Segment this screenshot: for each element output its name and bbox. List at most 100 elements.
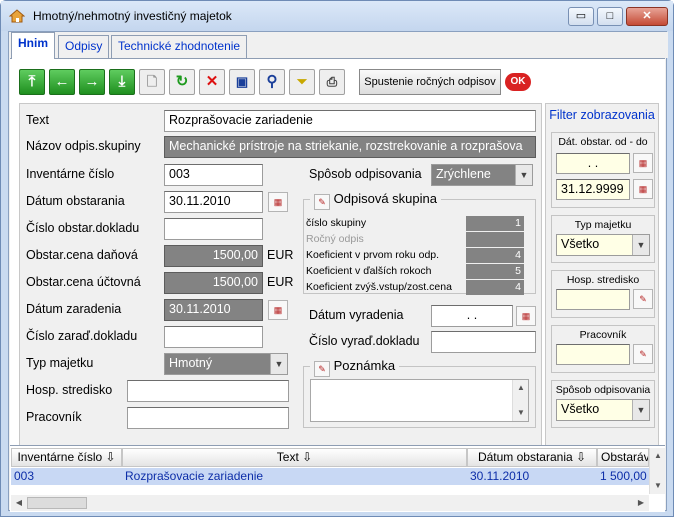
column-header[interactable]: Inventárne číslo ⇩ bbox=[11, 448, 122, 467]
search-icon[interactable]: ⚲ bbox=[259, 69, 285, 95]
filter-typ-select[interactable]: Všetko ▼ bbox=[556, 234, 650, 256]
text-field[interactable]: Rozprašovacie zariadenie bbox=[164, 110, 536, 132]
sort-icon: ⇩ bbox=[576, 450, 587, 464]
filter-sposob-title: Spôsob odpisovania bbox=[555, 384, 651, 396]
column-header[interactable]: Obstaráva bbox=[597, 448, 649, 467]
odp-row-label: číslo skupiny bbox=[306, 217, 367, 229]
window-title: Hmotný/nehmotný investičný majetok bbox=[33, 9, 232, 23]
tab-page: ⤒ ← → ⤓ 🗋 ↻ ✕ ▣ ⚲ ⏷ ⎙ Spustenie ročných … bbox=[10, 58, 665, 464]
cislo-vyr-field[interactable] bbox=[431, 331, 536, 353]
odp-row: Koeficient zvýš.vstup/zost.cena 4 bbox=[304, 280, 532, 295]
chevron-right-icon[interactable]: ▶ bbox=[633, 495, 649, 511]
previous-record-icon[interactable]: ← bbox=[49, 69, 75, 95]
calendar-icon[interactable]: ▦ bbox=[516, 306, 536, 326]
edit-icon[interactable]: ✎ bbox=[633, 289, 653, 309]
odp-row-label: Koeficient v ďalších rokoch bbox=[306, 265, 432, 277]
chevron-down-icon: ▼ bbox=[515, 165, 532, 185]
delete-icon[interactable]: ✕ bbox=[199, 69, 225, 95]
calendar-icon[interactable]: ▦ bbox=[633, 153, 653, 173]
sort-icon: ⇩ bbox=[105, 450, 116, 464]
calendar-icon[interactable]: ▦ bbox=[268, 192, 288, 212]
poznamka-title: ✎ Poznámka bbox=[310, 358, 400, 377]
cena-uctovna-field: 1500,00 bbox=[164, 272, 263, 294]
inv-label: Inventárne číslo bbox=[26, 167, 115, 181]
hosp-label: Hosp. stredisko bbox=[26, 383, 113, 397]
run-yearly-depreciation-button[interactable]: Spustenie ročných odpisov bbox=[359, 69, 501, 95]
column-header[interactable]: Text ⇩ bbox=[122, 448, 467, 467]
calendar-icon[interactable]: ▦ bbox=[633, 179, 653, 199]
poznamka-group: ✎ Poznámka ▲ ▼ bbox=[303, 358, 536, 428]
chevron-up-icon[interactable]: ▲ bbox=[650, 448, 666, 464]
cislo-zar-field[interactable] bbox=[164, 326, 263, 348]
filter-date-title: Dát. obstar. od - do bbox=[558, 136, 648, 148]
filter-sposob-value: Všetko bbox=[561, 402, 600, 416]
table-cell[interactable]: 1 500,00 bbox=[597, 468, 649, 485]
nazov-label: Názov odpis.skupiny bbox=[26, 139, 141, 153]
dat-obst-label: Dátum obstarania bbox=[26, 194, 125, 208]
minimize-button[interactable]: ▭ bbox=[568, 7, 594, 26]
refresh-icon[interactable]: ↻ bbox=[169, 69, 195, 95]
sposob-select[interactable]: Zrýchlene ▼ bbox=[431, 164, 533, 186]
hosp-field[interactable] bbox=[127, 380, 289, 402]
column-header-label: Inventárne číslo bbox=[17, 450, 103, 464]
odp-row-label: Koeficient v prvom roku odp. bbox=[306, 249, 440, 261]
filter-sposob-group: Spôsob odpisovania Všetko ▼ bbox=[551, 380, 655, 428]
filter-sposob-select[interactable]: Všetko ▼ bbox=[556, 399, 650, 421]
close-button[interactable]: ✕ bbox=[626, 7, 668, 26]
typ-label: Typ majetku bbox=[26, 356, 94, 370]
new-record-icon[interactable]: 🗋 bbox=[139, 69, 165, 95]
odp-row: Ročný odpis bbox=[304, 232, 532, 247]
filter-date-to[interactable]: 31.12.9999 bbox=[556, 179, 630, 200]
chevron-left-icon[interactable]: ◀ bbox=[11, 495, 27, 511]
poznamka-textarea[interactable]: ▲ ▼ bbox=[310, 379, 529, 422]
prac-label: Pracovník bbox=[26, 410, 82, 424]
filter-date-from[interactable]: . . bbox=[556, 153, 630, 174]
title-bar: Hmotný/nehmotný investičný majetok ▭ □ ✕ bbox=[1, 1, 673, 31]
dat-vyr-field[interactable]: . . bbox=[431, 305, 513, 327]
typ-select[interactable]: Hmotný ▼ bbox=[164, 353, 288, 375]
tab-odpisy[interactable]: Odpisy bbox=[58, 35, 110, 58]
odp-row: Koeficient v ďalších rokoch 5 bbox=[304, 264, 532, 279]
filter-prac-field[interactable] bbox=[556, 344, 630, 365]
odp-row-value: 5 bbox=[466, 264, 524, 279]
calendar-icon[interactable]: ▦ bbox=[268, 300, 288, 320]
dat-obst-field[interactable]: 30.11.2010 bbox=[164, 191, 263, 213]
edit-icon[interactable]: ✎ bbox=[314, 194, 330, 210]
table-scrollbar-vertical[interactable]: ▲ ▼ bbox=[649, 448, 665, 494]
tab-hnim[interactable]: Hnim bbox=[11, 32, 55, 59]
filter-hosp-field[interactable] bbox=[556, 289, 630, 310]
typ-select-value: Hmotný bbox=[169, 356, 213, 370]
prac-field[interactable] bbox=[127, 407, 289, 429]
table-cell[interactable]: Rozprašovacie zariadenie bbox=[122, 468, 467, 485]
last-record-icon[interactable]: ⤓ bbox=[109, 69, 135, 95]
currency-label: EUR bbox=[267, 248, 294, 262]
filter-hosp-title: Hosp. stredisko bbox=[566, 274, 640, 286]
column-header[interactable]: Dátum obstarania ⇩ bbox=[467, 448, 597, 467]
table-cell[interactable]: 30.11.2010 bbox=[467, 468, 597, 485]
scrollbar[interactable]: ▲ ▼ bbox=[512, 380, 528, 421]
odpisova-skupina-label: Odpisová skupina bbox=[333, 191, 437, 206]
ok-button[interactable]: OK bbox=[505, 73, 531, 91]
save-icon[interactable]: ▣ bbox=[229, 69, 255, 95]
chevron-up-icon[interactable]: ▲ bbox=[513, 380, 529, 396]
chevron-down-icon[interactable]: ▼ bbox=[650, 478, 666, 494]
odp-row-value bbox=[466, 232, 524, 247]
odp-row-value: 1 bbox=[466, 216, 524, 231]
maximize-button[interactable]: □ bbox=[597, 7, 623, 26]
cislo-obst-field[interactable] bbox=[164, 218, 263, 240]
table-cell[interactable]: 003 bbox=[11, 468, 122, 485]
edit-icon[interactable]: ✎ bbox=[633, 344, 653, 364]
edit-icon[interactable]: ✎ bbox=[314, 361, 330, 377]
print-icon[interactable]: ⎙ bbox=[319, 69, 345, 95]
filter-clear-icon[interactable]: ⏷ bbox=[289, 69, 315, 95]
table-scrollbar-horizontal[interactable]: ◀ ▶ bbox=[11, 495, 649, 511]
tab-technicke-zhodnotenie[interactable]: Technické zhodnotenie bbox=[111, 35, 248, 58]
next-record-icon[interactable]: → bbox=[79, 69, 105, 95]
inv-field[interactable]: 003 bbox=[164, 164, 263, 186]
chevron-down-icon[interactable]: ▼ bbox=[513, 405, 529, 421]
sort-icon: ⇩ bbox=[302, 450, 313, 464]
odp-row-label: Ročný odpis bbox=[306, 233, 364, 245]
odp-row-label: Koeficient zvýš.vstup/zost.cena bbox=[306, 281, 452, 293]
first-record-icon[interactable]: ⤒ bbox=[19, 69, 45, 95]
scroll-thumb[interactable] bbox=[27, 497, 87, 509]
